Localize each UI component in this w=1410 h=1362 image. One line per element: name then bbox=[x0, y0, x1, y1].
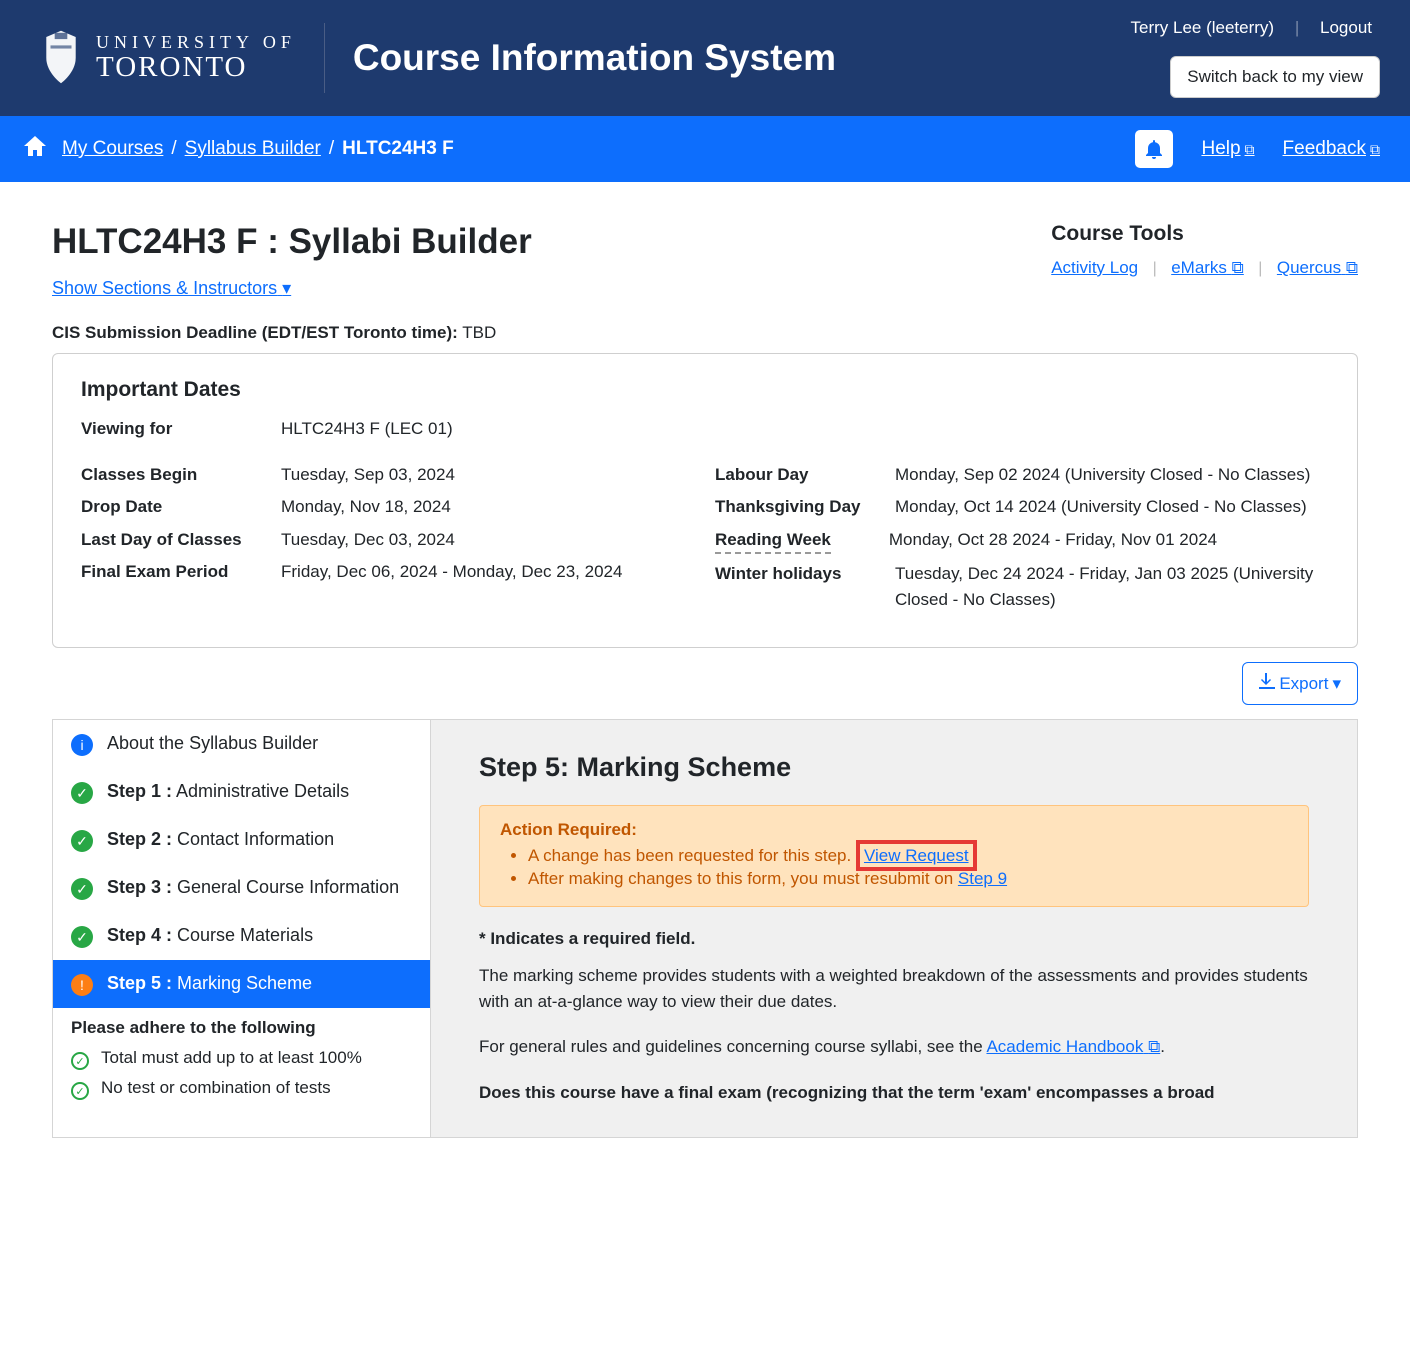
caret-down-icon: ▾ bbox=[282, 278, 291, 298]
check-outline-icon: ✓ bbox=[71, 1052, 89, 1070]
export-button[interactable]: Export ▾ bbox=[1242, 662, 1358, 705]
viewing-for-label: Viewing for bbox=[81, 416, 281, 442]
exclamation-icon: ! bbox=[71, 974, 93, 996]
switch-view-button[interactable]: Switch back to my view bbox=[1170, 56, 1380, 98]
university-crest-icon bbox=[40, 28, 82, 88]
app-header: UNIVERSITY OF TORONTO Course Information… bbox=[0, 0, 1410, 116]
logout-link[interactable]: Logout bbox=[1312, 18, 1380, 37]
breadcrumb-my-courses[interactable]: My Courses bbox=[62, 138, 163, 160]
sidebar-step-5[interactable]: !Step 5 : Marking Scheme bbox=[53, 960, 430, 1008]
help-link[interactable]: Help⧉ bbox=[1201, 138, 1254, 160]
sidebar-note: ✓No test or combination of tests bbox=[53, 1074, 430, 1104]
external-link-icon: ⧉ bbox=[1346, 258, 1358, 277]
activity-log-link[interactable]: Activity Log bbox=[1051, 258, 1138, 277]
step-content: Step 5: Marking Scheme Action Required: … bbox=[431, 720, 1357, 1137]
date-value: Friday, Dec 06, 2024 - Monday, Dec 23, 2… bbox=[281, 559, 695, 585]
date-label: Thanksgiving Day bbox=[715, 494, 895, 520]
check-circle-icon: ✓ bbox=[71, 926, 93, 948]
highlight-box: View Request bbox=[856, 840, 977, 871]
check-circle-icon: ✓ bbox=[71, 782, 93, 804]
notifications-button[interactable] bbox=[1135, 130, 1173, 168]
sidebar-step-2[interactable]: ✓Step 2 : Contact Information bbox=[53, 816, 430, 864]
sidebar-step-3[interactable]: ✓Step 3 : General Course Information bbox=[53, 864, 430, 912]
date-label: Last Day of Classes bbox=[81, 527, 281, 553]
date-value: Monday, Oct 28 2024 - Friday, Nov 01 202… bbox=[889, 527, 1329, 555]
date-label: Winter holidays bbox=[715, 561, 895, 612]
bell-icon bbox=[1145, 139, 1163, 159]
step9-link[interactable]: Step 9 bbox=[958, 869, 1007, 888]
university-label-top: UNIVERSITY OF bbox=[96, 33, 296, 52]
sidebar-note: ✓Total must add up to at least 100% bbox=[53, 1044, 430, 1074]
date-value: Monday, Oct 14 2024 (University Closed -… bbox=[895, 494, 1329, 520]
emarks-link[interactable]: eMarks ⧉ bbox=[1171, 258, 1244, 277]
external-link-icon: ⧉ bbox=[1232, 258, 1244, 277]
check-circle-icon: ✓ bbox=[71, 830, 93, 852]
external-link-icon: ⧉ bbox=[1148, 1037, 1160, 1056]
date-label: Labour Day bbox=[715, 462, 895, 488]
deadline-label: CIS Submission Deadline (EDT/EST Toronto… bbox=[52, 323, 458, 342]
logo-block: UNIVERSITY OF TORONTO bbox=[40, 28, 296, 88]
check-outline-icon: ✓ bbox=[71, 1082, 89, 1100]
date-value: Monday, Sep 02 2024 (University Closed -… bbox=[895, 462, 1329, 488]
feedback-link[interactable]: Feedback⧉ bbox=[1283, 138, 1380, 160]
breadcrumb-current: HLTC24H3 F bbox=[342, 138, 454, 160]
date-value: Tuesday, Sep 03, 2024 bbox=[281, 462, 695, 488]
date-label: Final Exam Period bbox=[81, 559, 281, 585]
quercus-link[interactable]: Quercus ⧉ bbox=[1277, 258, 1358, 277]
university-label-bottom: TORONTO bbox=[96, 52, 296, 82]
show-sections-toggle[interactable]: Show Sections & Instructors ▾ bbox=[52, 278, 291, 298]
external-link-icon: ⧉ bbox=[1245, 141, 1255, 157]
final-exam-question: Does this course have a final exam (reco… bbox=[479, 1080, 1309, 1106]
deadline-value: TBD bbox=[462, 323, 496, 342]
date-value: Tuesday, Dec 24 2024 - Friday, Jan 03 20… bbox=[895, 561, 1329, 612]
viewing-for-value: HLTC24H3 F (LEC 01) bbox=[281, 416, 1329, 442]
date-label: Drop Date bbox=[81, 494, 281, 520]
important-dates-title: Important Dates bbox=[81, 378, 1329, 402]
date-label: Classes Begin bbox=[81, 462, 281, 488]
check-circle-icon: ✓ bbox=[71, 878, 93, 900]
sidebar-step-4[interactable]: ✓Step 4 : Course Materials bbox=[53, 912, 430, 960]
breadcrumb-bar: My Courses / Syllabus Builder / HLTC24H3… bbox=[0, 116, 1410, 182]
step-title: Step 5: Marking Scheme bbox=[479, 752, 1309, 783]
important-dates-box: Important Dates Viewing for HLTC24H3 F (… bbox=[52, 353, 1358, 648]
sidebar-about[interactable]: i About the Syllabus Builder bbox=[53, 720, 430, 768]
page-title: HLTC24H3 F : Syllabi Builder bbox=[52, 222, 532, 262]
info-icon: i bbox=[71, 734, 93, 756]
header-divider bbox=[324, 23, 325, 93]
academic-handbook-link[interactable]: Academic Handbook ⧉ bbox=[986, 1037, 1160, 1056]
sidebar-note-title: Please adhere to the following bbox=[53, 1008, 430, 1044]
date-value: Tuesday, Dec 03, 2024 bbox=[281, 527, 695, 553]
content-para-2: For general rules and guidelines concern… bbox=[479, 1034, 1309, 1060]
home-icon[interactable] bbox=[24, 136, 46, 162]
content-para-1: The marking scheme provides students wit… bbox=[479, 963, 1309, 1014]
user-name-link[interactable]: Terry Lee (leeterry) bbox=[1123, 18, 1283, 37]
external-link-icon: ⧉ bbox=[1370, 141, 1380, 157]
date-value: Monday, Nov 18, 2024 bbox=[281, 494, 695, 520]
separator: | bbox=[1287, 18, 1307, 37]
caret-down-icon: ▾ bbox=[1332, 674, 1341, 694]
date-label: Reading Week bbox=[715, 527, 831, 555]
sidebar-step-1[interactable]: ✓Step 1 : Administrative Details bbox=[53, 768, 430, 816]
course-tools-title: Course Tools bbox=[1051, 222, 1358, 246]
app-title: Course Information System bbox=[353, 37, 836, 79]
breadcrumb-syllabus-builder[interactable]: Syllabus Builder bbox=[185, 138, 321, 160]
view-request-link[interactable]: View Request bbox=[864, 846, 969, 865]
download-icon bbox=[1259, 673, 1275, 694]
required-field-note: * Indicates a required field. bbox=[479, 929, 1309, 949]
step-sidebar: i About the Syllabus Builder ✓Step 1 : A… bbox=[53, 720, 431, 1137]
action-required-alert: Action Required: A change has been reque… bbox=[479, 805, 1309, 907]
